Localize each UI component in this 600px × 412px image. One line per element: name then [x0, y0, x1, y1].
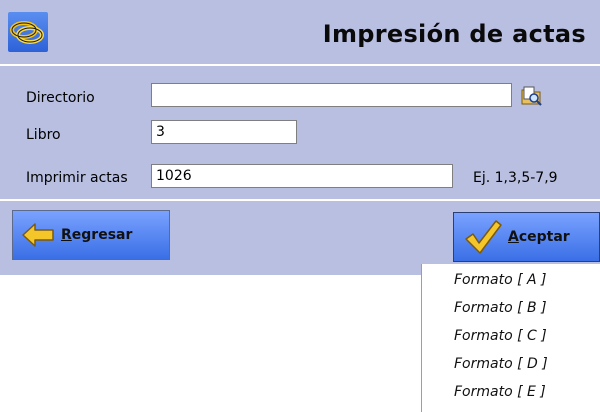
format-dropdown-menu: Formato [ A ] Formato [ B ] Formato [ C … [421, 264, 600, 412]
title-bar: Impresión de actas [0, 0, 600, 64]
back-arrow-icon [19, 217, 59, 253]
aceptar-button[interactable]: Aceptar [453, 212, 600, 262]
directorio-input[interactable] [151, 83, 512, 107]
folder-search-icon[interactable] [519, 84, 545, 108]
rings-icon [8, 12, 48, 52]
checkmark-icon [462, 217, 504, 257]
format-c-item[interactable]: Formato [ C ] [454, 328, 547, 344]
libro-input[interactable] [151, 120, 297, 144]
imprimir-actas-input[interactable] [151, 164, 453, 188]
print-minutes-dialog: Impresión de actas Directorio Libro Impr… [0, 0, 600, 275]
buttons-separator [0, 199, 600, 201]
directorio-label: Directorio [26, 90, 95, 106]
range-example-hint: Ej. 1,3,5-7,9 [473, 170, 558, 186]
dialog-title: Impresión de actas [322, 20, 586, 48]
imprimir-actas-label: Imprimir actas [26, 170, 128, 186]
regresar-label: Regresar [61, 227, 133, 243]
format-b-item[interactable]: Formato [ B ] [454, 300, 547, 316]
aceptar-label: Aceptar [508, 229, 570, 245]
format-d-item[interactable]: Formato [ D ] [454, 356, 548, 372]
regresar-button[interactable]: Regresar [12, 210, 170, 260]
title-separator [0, 64, 600, 66]
format-a-item[interactable]: Formato [ A ] [454, 272, 547, 288]
libro-label: Libro [26, 127, 61, 143]
format-e-item[interactable]: Formato [ E ] [454, 384, 546, 400]
